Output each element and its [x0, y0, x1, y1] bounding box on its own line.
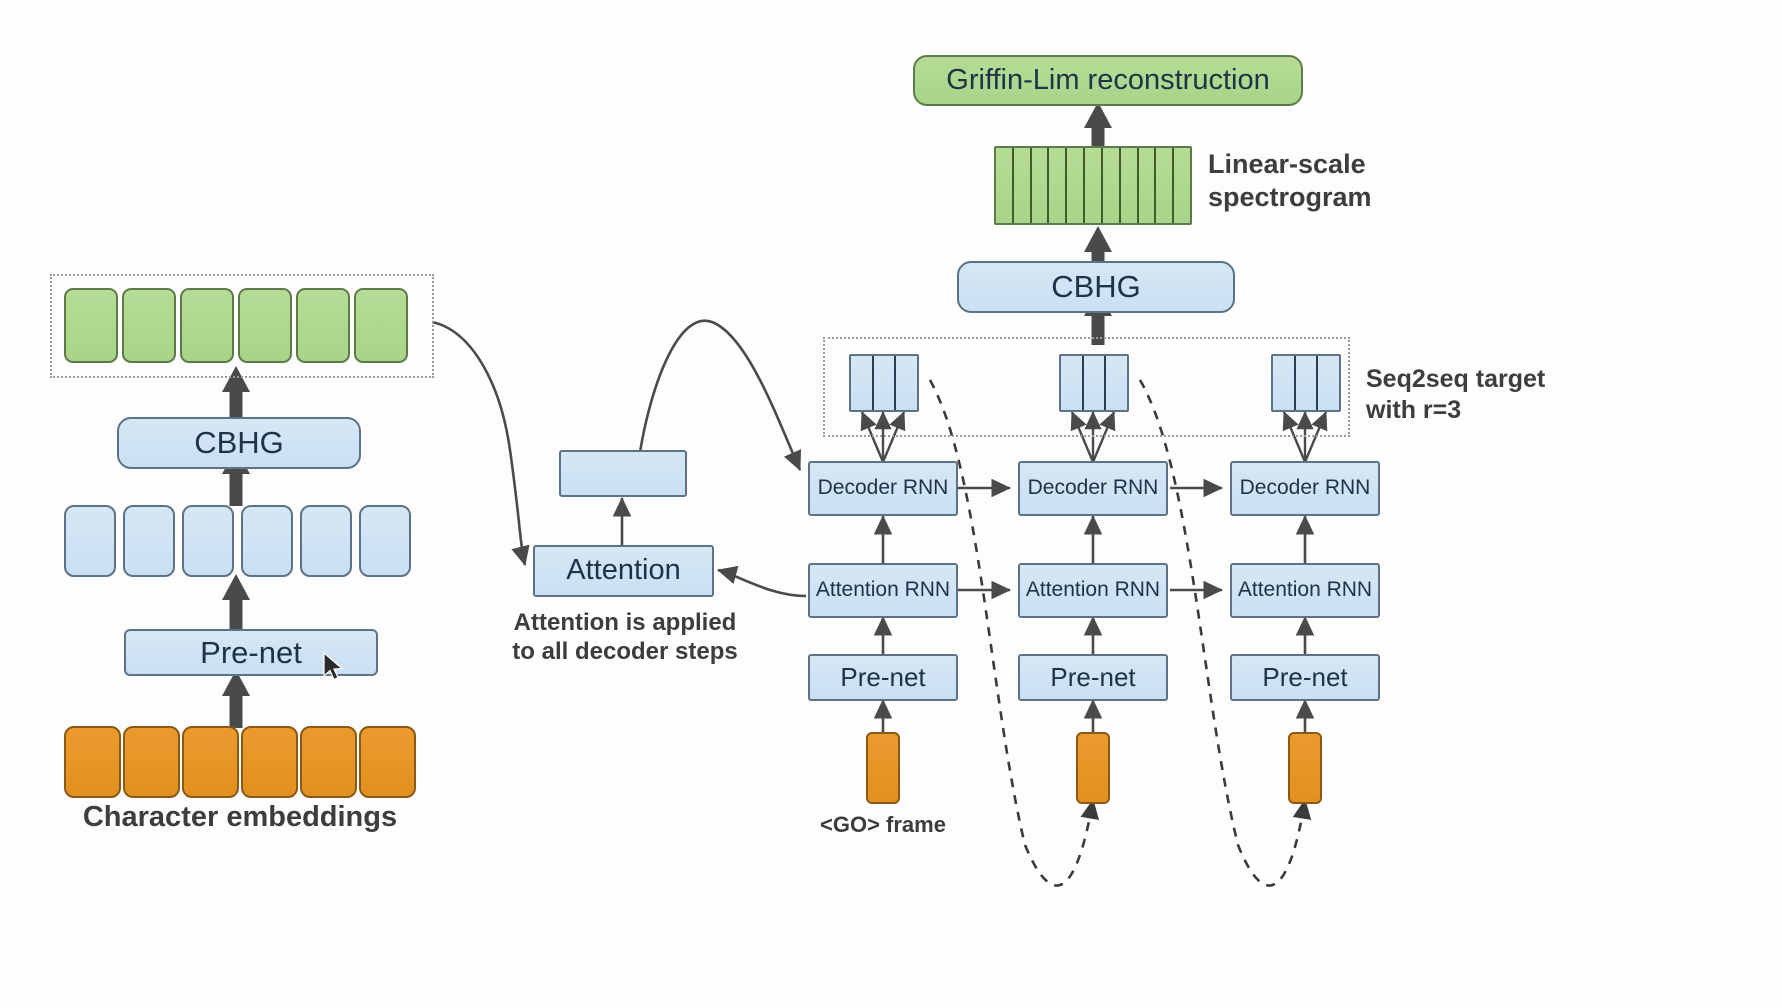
character-embedding-cell — [359, 726, 416, 798]
encoder-hidden-cell — [182, 505, 234, 577]
go-frame-step1 — [866, 732, 900, 804]
dashed-feedback-step2-to-step3 — [1138, 379, 1312, 887]
dashed-feedback-step1-to-step2 — [928, 379, 1100, 887]
arrow-postcbhg-to-spectrogram — [1084, 226, 1112, 262]
attention-caption: Attention is applied to all decoder step… — [512, 609, 738, 666]
character-embedding-cell — [300, 726, 357, 798]
character-embedding-cell — [182, 726, 239, 798]
decoder-output-frame-step1 — [849, 354, 919, 412]
attention-rnn-step2[interactable]: Attention RNN — [1018, 563, 1168, 618]
decoder-output-frame-step2 — [1059, 354, 1129, 412]
diagram-canvas: Character embeddings Pre-net CBHG Attent… — [0, 0, 1782, 1008]
go-frame-label: <GO> frame — [820, 812, 946, 837]
decoder-prenet-step1[interactable]: Pre-net — [808, 654, 958, 701]
curve-attention-rnn-to-attention — [716, 565, 807, 598]
character-embedding-cell — [241, 726, 298, 798]
encoder-hidden-cell — [241, 505, 293, 577]
arrow-embeddings-to-prenet — [222, 670, 250, 728]
encoder-hidden-cell — [300, 505, 352, 577]
encoder-hidden-cell — [123, 505, 175, 577]
encoder-output-cell — [354, 288, 408, 363]
linear-spectrogram — [994, 146, 1192, 225]
post-cbhg-box[interactable]: CBHG — [957, 261, 1235, 313]
decoder-output-frame-step3 — [1271, 354, 1341, 412]
attention-context-box — [559, 450, 687, 497]
seq2seq-target-label: Seq2seq target with r=3 — [1366, 365, 1546, 424]
encoder-hidden-cell — [359, 505, 411, 577]
decoder-rnn-step1[interactable]: Decoder RNN — [808, 461, 958, 516]
encoder-output-cell — [180, 288, 234, 363]
curve-encoder-to-attention — [431, 320, 530, 567]
attention-box[interactable]: Attention — [533, 545, 714, 597]
decoder-prenet-step3[interactable]: Pre-net — [1230, 654, 1380, 701]
decoder-rnn-step2[interactable]: Decoder RNN — [1018, 461, 1168, 516]
input-frame-step3 — [1288, 732, 1322, 804]
linear-spectrogram-label: Linear-scale spectrogram — [1208, 149, 1372, 212]
encoder-prenet-box[interactable]: Pre-net — [124, 629, 378, 676]
arrow-prenet-to-hidden — [222, 574, 250, 630]
encoder-cbhg-box[interactable]: CBHG — [117, 417, 361, 469]
curve-context-to-decoder-rnn — [638, 319, 802, 471]
encoder-output-cell — [64, 288, 118, 363]
character-embeddings-label: Character embeddings — [82, 801, 398, 833]
griffin-lim-box[interactable]: Griffin-Lim reconstruction — [913, 55, 1303, 106]
attention-rnn-step3[interactable]: Attention RNN — [1230, 563, 1380, 618]
attention-rnn-step1[interactable]: Attention RNN — [808, 563, 958, 618]
character-embedding-cell — [123, 726, 180, 798]
input-frame-step2 — [1076, 732, 1110, 804]
decoder-rnn-step3[interactable]: Decoder RNN — [1230, 461, 1380, 516]
encoder-output-cell — [296, 288, 350, 363]
decoder-prenet-step2[interactable]: Pre-net — [1018, 654, 1168, 701]
arrow-spectrogram-to-griffinlim — [1084, 102, 1112, 148]
encoder-output-cell — [238, 288, 292, 363]
character-embedding-cell — [64, 726, 121, 798]
encoder-output-cell — [122, 288, 176, 363]
encoder-hidden-cell — [64, 505, 116, 577]
